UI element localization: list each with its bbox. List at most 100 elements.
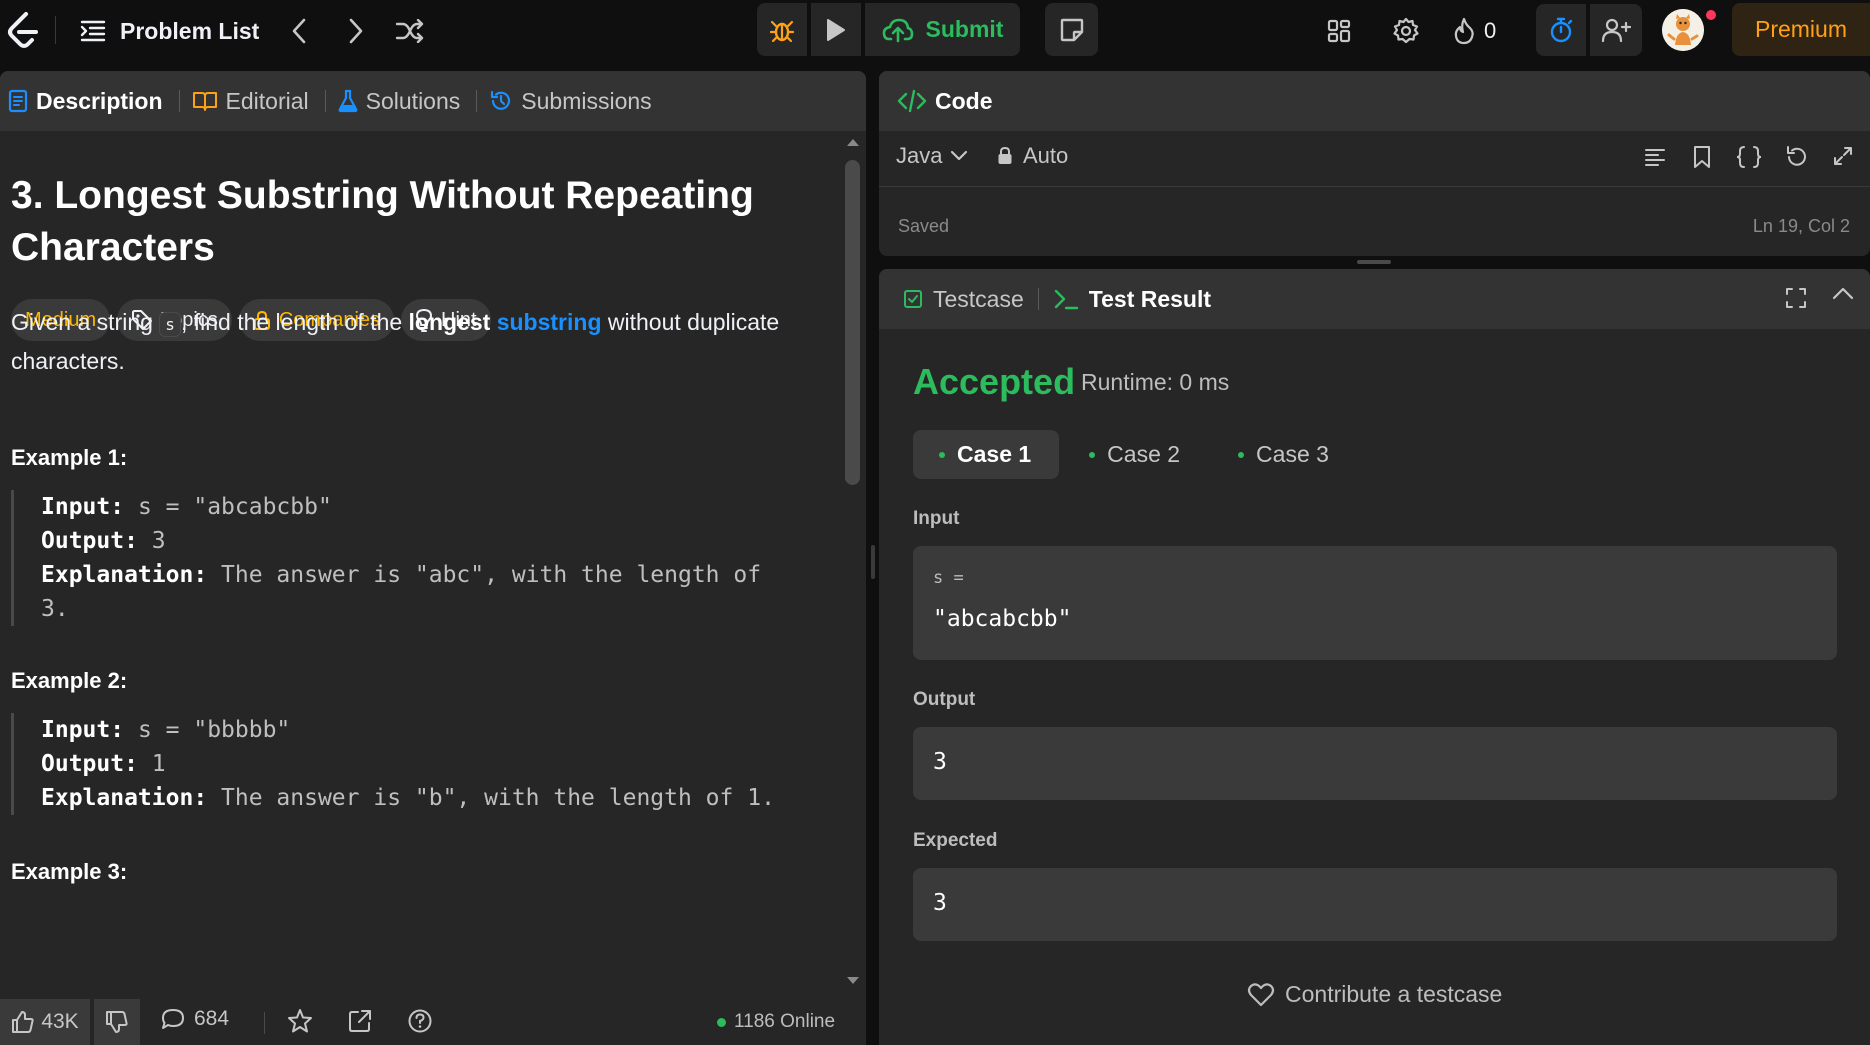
run-button[interactable] bbox=[811, 3, 861, 56]
explanation-label: Explanation: bbox=[41, 562, 208, 588]
case-tab-2[interactable]: Case 2 bbox=[1063, 430, 1208, 479]
online-count: 1186 Online bbox=[734, 1011, 836, 1032]
external-link-icon bbox=[349, 1010, 371, 1032]
leetcode-logo-icon[interactable] bbox=[6, 12, 40, 50]
contribute-label: Contribute a testcase bbox=[1285, 981, 1503, 1007]
fullscreen-button[interactable] bbox=[1784, 286, 1808, 310]
expected-heading: Expected bbox=[913, 830, 998, 851]
submit-button[interactable]: Submit bbox=[865, 3, 1020, 56]
maximize-editor-button[interactable] bbox=[1832, 145, 1854, 167]
case-tab-1[interactable]: Case 1 bbox=[913, 430, 1060, 479]
language-select[interactable]: Java bbox=[896, 143, 968, 169]
expand-icon bbox=[1834, 147, 1852, 165]
substring-link[interactable]: substring bbox=[497, 309, 602, 335]
collapse-panel-button[interactable] bbox=[1832, 286, 1854, 300]
braces-button[interactable] bbox=[1736, 145, 1762, 169]
reset-code-button[interactable] bbox=[1784, 145, 1808, 169]
flask-icon bbox=[338, 89, 358, 113]
case-pass-dot bbox=[1238, 451, 1245, 458]
align-left-icon bbox=[1645, 149, 1665, 166]
horizontal-resize-handle[interactable] bbox=[1357, 260, 1391, 264]
help-button[interactable] bbox=[407, 1008, 433, 1034]
comment-count: 684 bbox=[194, 1007, 230, 1030]
auto-mode-toggle[interactable]: Auto bbox=[997, 143, 1068, 169]
scrollbar-thumb[interactable] bbox=[845, 160, 860, 485]
vertical-resize-handle[interactable] bbox=[871, 545, 875, 579]
favorite-button[interactable] bbox=[287, 1008, 313, 1034]
invite-user-button[interactable] bbox=[1590, 4, 1642, 56]
like-button[interactable]: 43K bbox=[0, 999, 90, 1045]
tab-testcase-label: Testcase bbox=[933, 285, 1024, 312]
desc-bold: longest bbox=[408, 309, 491, 335]
example-1-heading: Example 1: bbox=[11, 445, 128, 470]
share-button[interactable] bbox=[347, 1008, 373, 1034]
tab-solutions[interactable]: Solutions bbox=[338, 71, 471, 131]
input-box: s = "abcabcbb" bbox=[913, 546, 1837, 660]
contribute-testcase-button[interactable]: Contribute a testcase bbox=[1247, 981, 1502, 1008]
expected-box: 3 bbox=[913, 868, 1837, 941]
document-icon bbox=[8, 89, 28, 113]
problem-description: Given a string s, find the length of the… bbox=[11, 304, 831, 379]
stopwatch-icon bbox=[1550, 17, 1573, 43]
scroll-down-arrow[interactable] bbox=[845, 975, 861, 987]
code-toolbar: Java Auto bbox=[879, 131, 1870, 187]
top-navbar: Problem List Submit 0 Premium bbox=[0, 0, 1870, 62]
prev-problem-button[interactable] bbox=[279, 11, 319, 51]
cloud-upload-icon bbox=[882, 18, 913, 42]
bookmark-icon bbox=[1694, 146, 1710, 168]
tab-solutions-label: Solutions bbox=[365, 87, 461, 114]
example-line: Output: 1 bbox=[41, 747, 811, 781]
notification-dot bbox=[1706, 10, 1716, 20]
streak-count: 0 bbox=[1484, 18, 1497, 43]
terminal-icon bbox=[1054, 289, 1078, 310]
example-2-block: Input: s = "bbbbb" Output: 1 Explanation… bbox=[11, 713, 811, 815]
dislike-button[interactable] bbox=[94, 999, 140, 1045]
output-value: 3 bbox=[151, 528, 166, 554]
format-code-button[interactable] bbox=[1643, 145, 1667, 169]
streak-counter[interactable]: 0 bbox=[1452, 12, 1496, 50]
problem-list-label: Problem List bbox=[120, 17, 260, 44]
problem-list-button[interactable]: Problem List bbox=[80, 15, 259, 47]
debug-button[interactable] bbox=[757, 3, 807, 56]
book-icon bbox=[192, 92, 217, 111]
case-label: Case 3 bbox=[1256, 441, 1329, 467]
tab-submissions[interactable]: Submissions bbox=[489, 71, 661, 131]
test-result-panel: Testcase Test Result Accepted Runtime: 0… bbox=[879, 269, 1870, 1045]
description-panel: Description Editorial Solutions Submissi… bbox=[0, 71, 866, 1045]
auto-mode-label: Auto bbox=[1023, 143, 1069, 168]
input-value: s = "abcabcbb" bbox=[137, 494, 332, 520]
case-label: Case 1 bbox=[957, 441, 1032, 467]
case-pass-dot bbox=[1089, 451, 1096, 458]
premium-button[interactable]: Premium bbox=[1732, 3, 1870, 56]
tab-editorial[interactable]: Editorial bbox=[192, 71, 319, 131]
timer-button[interactable] bbox=[1536, 4, 1586, 56]
chevron-right-icon bbox=[349, 18, 363, 44]
avatar[interactable] bbox=[1662, 9, 1704, 51]
tab-separator bbox=[324, 90, 326, 112]
runtime-text: Runtime: 0 ms bbox=[1081, 369, 1230, 395]
tab-description[interactable]: Description bbox=[8, 71, 173, 131]
case-label: Case 2 bbox=[1107, 441, 1181, 467]
layout-button[interactable] bbox=[1318, 10, 1360, 52]
tab-description-label: Description bbox=[36, 87, 163, 114]
code-panel-header: Code bbox=[879, 71, 1870, 131]
tab-test-result[interactable]: Test Result bbox=[1053, 286, 1211, 313]
output-value: 1 bbox=[151, 751, 166, 777]
note-icon bbox=[1060, 18, 1083, 41]
input-heading: Input bbox=[913, 508, 960, 529]
test-panel-header: Testcase Test Result bbox=[879, 269, 1870, 329]
bookmark-button[interactable] bbox=[1691, 145, 1713, 169]
next-problem-button[interactable] bbox=[336, 11, 376, 51]
example-line: Output: 3 bbox=[41, 524, 811, 558]
comments-button[interactable]: 684 bbox=[160, 1007, 229, 1031]
random-problem-button[interactable] bbox=[390, 11, 430, 51]
lock-icon bbox=[998, 146, 1012, 164]
settings-button[interactable] bbox=[1385, 10, 1427, 52]
scroll-up-arrow[interactable] bbox=[845, 136, 861, 148]
code-icon bbox=[897, 89, 927, 113]
case-tab-3[interactable]: Case 3 bbox=[1212, 430, 1357, 479]
notes-button[interactable] bbox=[1045, 3, 1098, 56]
thumbs-down-icon bbox=[106, 1011, 128, 1033]
tab-testcase[interactable]: Testcase bbox=[903, 286, 1024, 313]
example-line: Input: s = "bbbbb" bbox=[41, 713, 811, 747]
